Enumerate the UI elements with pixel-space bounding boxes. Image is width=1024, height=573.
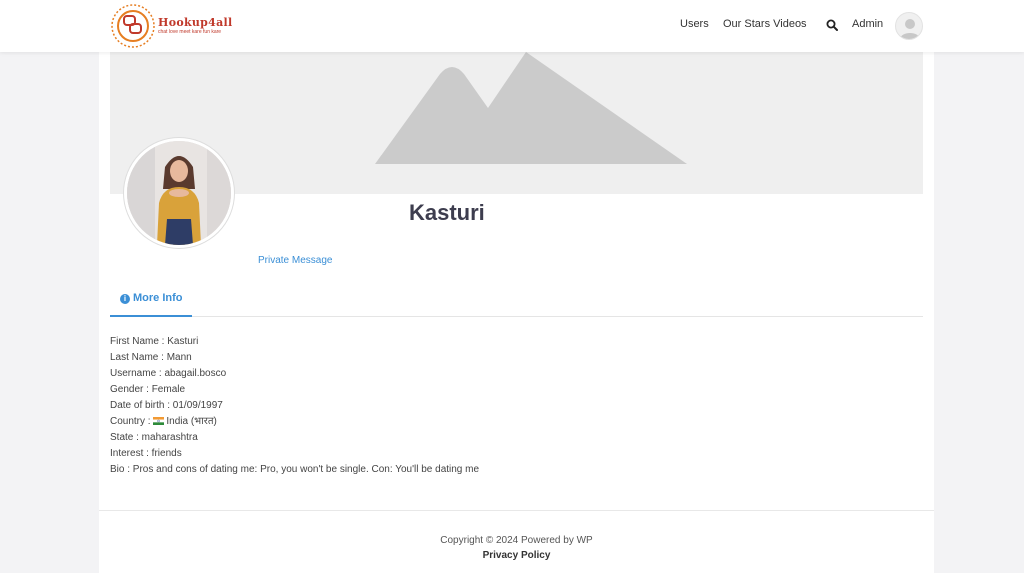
- info-gender: Gender : Female: [110, 384, 186, 395]
- info-bio: Bio : Pros and cons of dating me: Pro, y…: [110, 464, 480, 475]
- user-icon: [900, 19, 920, 39]
- info-first-name: First Name : Kasturi: [110, 336, 199, 347]
- info-username: Username : abagail.bosco: [110, 368, 227, 379]
- info-date-of-birth: Date of birth : 01/09/1997: [110, 400, 223, 411]
- info-country-label: Country :: [110, 416, 154, 427]
- india-flag-icon: [153, 417, 165, 425]
- info-country-value: India (भारत): [166, 416, 217, 427]
- nav-users[interactable]: Users: [680, 18, 709, 30]
- profile-photo[interactable]: [124, 138, 234, 248]
- user-avatar[interactable]: [895, 12, 923, 40]
- image-placeholder-icon: [375, 52, 687, 164]
- profile-card: Kasturi Private Message i More Info Firs…: [99, 52, 934, 573]
- tab-more-info-label: More Info: [133, 292, 183, 304]
- info-icon: i: [120, 294, 130, 304]
- footer-copyright: Copyright © 2024 Powered by WP: [440, 535, 593, 546]
- profile-info: First Name : Kasturi Last Name : Mann Us…: [110, 334, 479, 478]
- nav-admin[interactable]: Admin: [852, 18, 883, 30]
- info-state: State : maharashtra: [110, 432, 198, 443]
- info-country: Country : India (भारत): [110, 414, 479, 430]
- logo-text: Hookup4all: [158, 16, 233, 29]
- info-interest: Interest : friends: [110, 448, 182, 459]
- profile-name: Kasturi: [409, 200, 485, 225]
- footer-divider: [99, 510, 934, 511]
- privacy-policy-link[interactable]: Privacy Policy: [99, 550, 934, 561]
- cover-photo: [110, 52, 923, 194]
- profile-photo-image: [127, 141, 231, 245]
- logo-tagline: chat love meet kare fun kare: [158, 29, 222, 35]
- nav-stars-videos[interactable]: Our Stars Videos: [723, 18, 807, 30]
- private-message-link[interactable]: Private Message: [258, 255, 332, 266]
- profile-tabs: i More Info: [110, 284, 923, 317]
- tab-more-info[interactable]: i More Info: [110, 284, 192, 317]
- search-icon[interactable]: [826, 19, 838, 31]
- site-header: Hookup4all chat love meet kare fun kare …: [0, 0, 1024, 52]
- info-last-name: Last Name : Mann: [110, 352, 192, 363]
